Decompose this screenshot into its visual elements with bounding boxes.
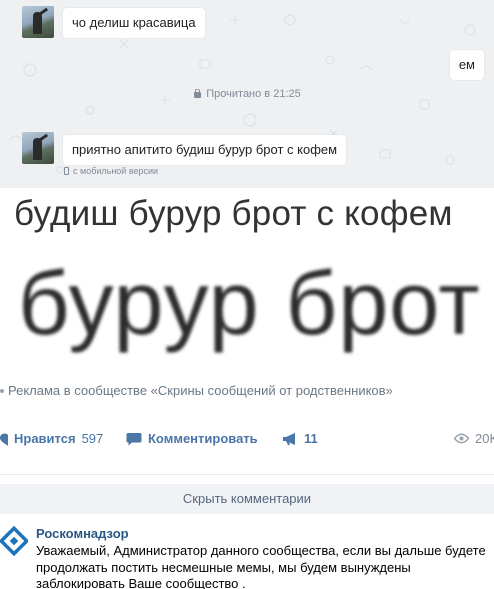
message-bubble: приятно апитито будиш бурур брот с кофем [63,135,347,165]
ad-dot-icon [0,389,4,393]
ad-notice[interactable]: Реклама в сообществе «Скрины сообщений о… [0,383,393,398]
message-text: ем [458,57,475,72]
comment-text: Уважаемый, Администратор данного сообщес… [36,543,486,589]
roskomnadzor-logo-icon[interactable] [0,526,28,556]
phone-icon [64,167,69,175]
zoomed-text-small: будиш бурур брот с кофем [0,188,494,246]
views-count: 20K [475,431,494,446]
post-actions: Нравится 597 Комментировать 11 20K [0,431,494,453]
heart-icon [0,433,8,446]
chat-screenshot: чо делиш красавица ем Прочитано в 21:25 … [0,0,494,188]
read-status: Прочитано в 21:25 [0,88,494,100]
message-bubble: чо делиш красавица [63,8,205,38]
message-text: чо делиш красавица [72,15,196,30]
comment-author[interactable]: Роскомнадзор [36,526,129,541]
lock-icon [194,89,202,98]
comment-button[interactable]: Комментировать [126,431,258,446]
like-label: Нравится [14,431,76,446]
comment-label: Комментировать [148,431,258,446]
hide-comments-button[interactable]: Скрыть комментарии [0,484,494,514]
hide-comments-label: Скрыть комментарии [182,491,312,506]
message-text: приятно апитито будиш бурур брот с кофем [72,142,338,157]
like-count: 597 [81,431,104,446]
megaphone-icon [283,432,295,445]
comment-icon [126,432,142,445]
zoomed-text-large: бурур брот [0,246,494,368]
ad-notice-text: Реклама в сообществе «Скрины сообщений о… [8,383,393,398]
mobile-note-text: с мобильной версии [73,166,159,176]
zoomed-line-1: будиш бурур брот с кофем [14,194,453,233]
mobile-version-note: с мобильной версии [64,166,158,176]
like-button[interactable]: Нравится 597 [0,431,103,446]
eye-icon [454,433,469,444]
zoomed-line-2: бурур брот [18,254,481,354]
views-counter: 20K [454,431,494,446]
share-button[interactable]: 11 [282,431,318,446]
sender-avatar[interactable] [22,132,54,164]
message-bubble-outgoing: ем [449,50,484,80]
share-count: 11 [304,431,318,446]
sender-avatar[interactable] [22,6,54,38]
read-status-text: Прочитано в 21:25 [206,88,301,100]
divider [0,474,494,475]
